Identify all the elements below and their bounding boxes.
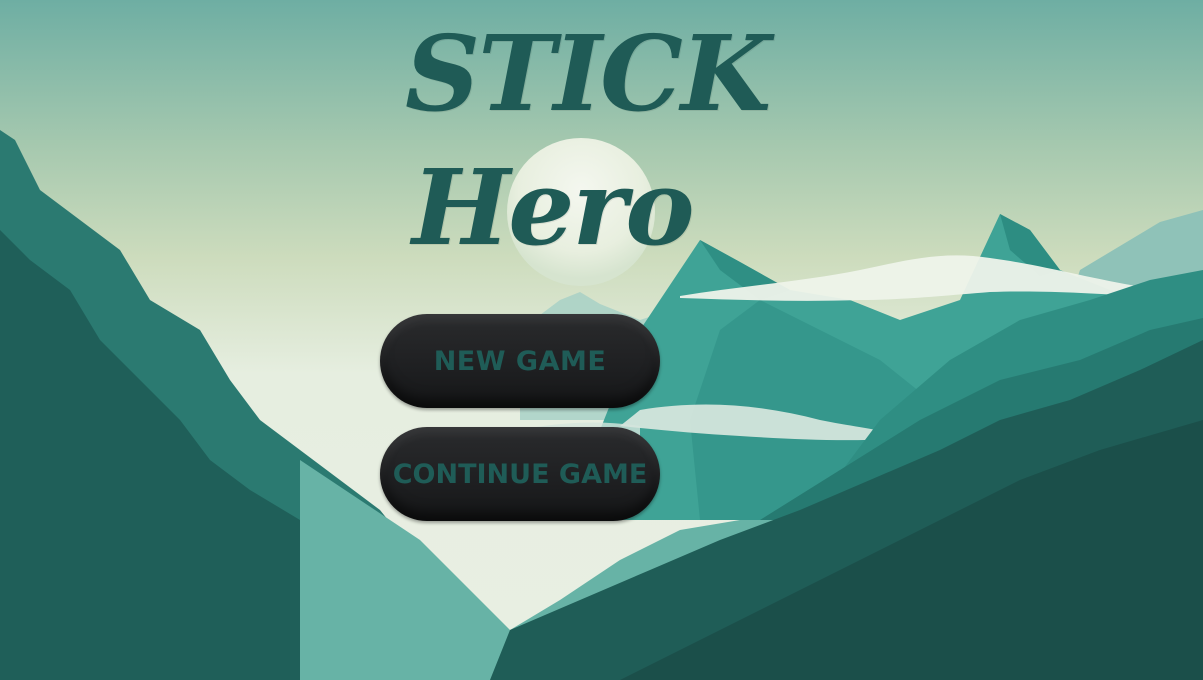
new-game-label: NEW GAME bbox=[433, 345, 607, 377]
sun-icon bbox=[507, 138, 655, 286]
main-menu-screen: STICK Hero NEW GAME CONTINUE GAME bbox=[0, 0, 1203, 680]
continue-game-button[interactable]: CONTINUE GAME bbox=[380, 427, 660, 521]
new-game-button[interactable]: NEW GAME bbox=[380, 314, 660, 408]
continue-game-label: CONTINUE GAME bbox=[392, 458, 648, 490]
